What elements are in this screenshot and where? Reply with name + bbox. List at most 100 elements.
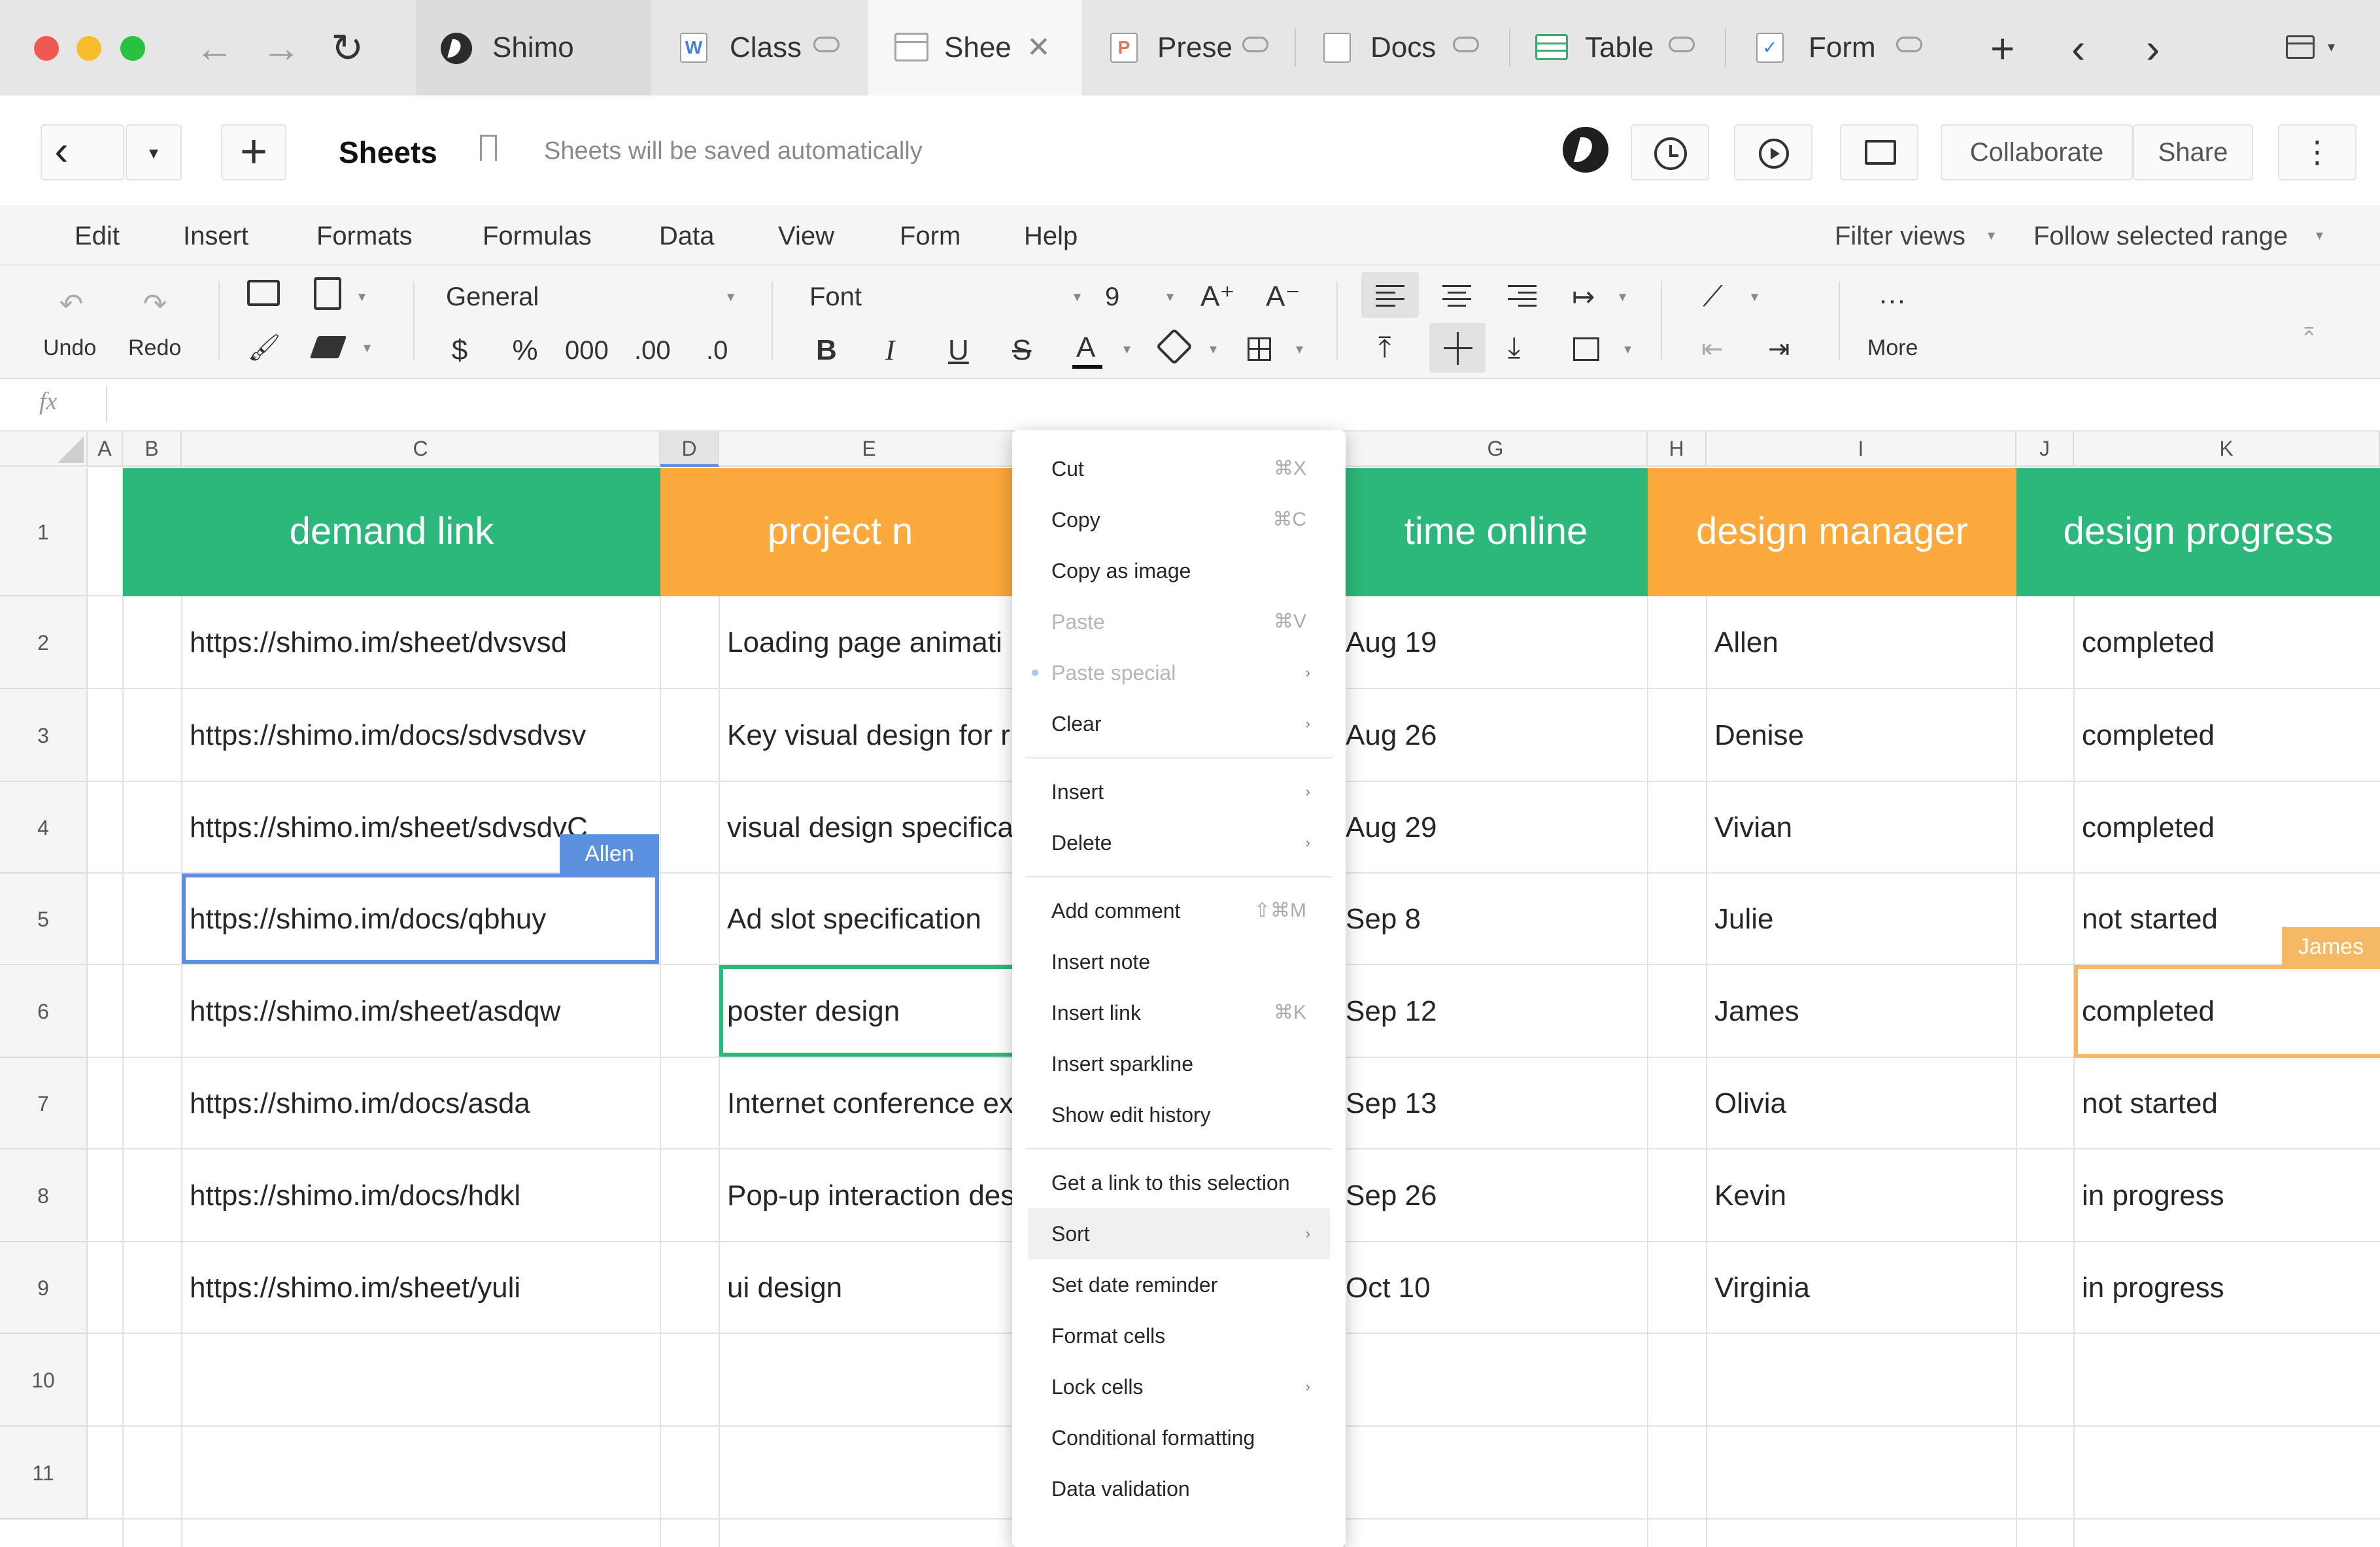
text-rotate-icon[interactable]: ⟋ bbox=[1703, 277, 1723, 316]
cell-project[interactable]: visual design specifica bbox=[719, 782, 1020, 874]
bold-button[interactable]: B bbox=[816, 331, 837, 370]
increase-font-size-button[interactable]: A⁺ bbox=[1200, 277, 1235, 316]
chevron-down-icon[interactable]: ▾ bbox=[364, 335, 371, 361]
cell-progress[interactable]: in progress bbox=[2074, 1149, 2380, 1242]
row-header-8[interactable]: 8 bbox=[0, 1149, 88, 1242]
align-top-icon[interactable]: ⤒ bbox=[1378, 328, 1391, 367]
cell-link[interactable]: https://shimo.im/sheet/yuli bbox=[182, 1242, 660, 1334]
cell-manager[interactable]: Allen bbox=[1707, 596, 2016, 689]
chevron-down-icon[interactable]: ▾ bbox=[1619, 284, 1626, 310]
column-header-j[interactable]: J bbox=[2016, 432, 2074, 467]
chevron-down-icon[interactable]: ▾ bbox=[1210, 336, 1217, 362]
select-all-corner[interactable] bbox=[0, 432, 88, 467]
row-header-10[interactable]: 10 bbox=[0, 1334, 88, 1427]
menu-formats[interactable]: Formats bbox=[316, 220, 413, 252]
row-header-3[interactable]: 3 bbox=[0, 689, 88, 782]
column-header-i[interactable]: I bbox=[1707, 432, 2016, 467]
cell-project[interactable]: ui design bbox=[719, 1242, 1020, 1334]
context-menu-item-copy[interactable]: Copy ⌘C bbox=[1012, 494, 1346, 545]
cell-progress[interactable]: in progress bbox=[2074, 1242, 2380, 1334]
redo-icon[interactable]: ↷ bbox=[132, 285, 178, 324]
cell-time[interactable]: Sep 12 bbox=[1338, 965, 1648, 1058]
header-project-name[interactable]: project n bbox=[660, 468, 1020, 596]
tab-sheets[interactable]: Shee ✕ bbox=[868, 0, 1081, 95]
bookmark-icon[interactable] bbox=[480, 135, 497, 161]
cell-manager[interactable]: Vivian bbox=[1707, 782, 2016, 874]
filter-views-dropdown[interactable]: Filter views bbox=[1835, 220, 1965, 252]
column-header-d[interactable]: D bbox=[660, 432, 719, 467]
context-menu-item-insert-sparkline[interactable]: Insert sparkline bbox=[1012, 1038, 1346, 1089]
paste-icon[interactable] bbox=[314, 277, 341, 310]
cell-manager[interactable]: Kevin bbox=[1707, 1149, 2016, 1242]
column-header-g[interactable]: G bbox=[1344, 432, 1648, 467]
reload-icon[interactable]: ↻ bbox=[331, 22, 364, 75]
cell-time[interactable]: Sep 8 bbox=[1338, 874, 1648, 965]
formula-input[interactable] bbox=[118, 387, 2341, 421]
eraser-icon[interactable] bbox=[309, 336, 347, 358]
context-menu-item-data-validation[interactable]: Data validation bbox=[1012, 1463, 1346, 1514]
thousands-separator-button[interactable]: 000 bbox=[565, 331, 609, 370]
cell-project[interactable]: Ad slot specification bbox=[719, 874, 1020, 965]
italic-button[interactable]: I bbox=[885, 331, 895, 370]
zoom-window-button[interactable] bbox=[120, 36, 145, 61]
chevron-down-icon[interactable]: ▾ bbox=[1624, 336, 1631, 362]
cell-project[interactable]: Internet conference ex bbox=[719, 1058, 1020, 1149]
underline-button[interactable]: U bbox=[948, 331, 969, 370]
print-icon[interactable] bbox=[247, 280, 280, 306]
cell-project[interactable]: Pop-up interaction des bbox=[719, 1149, 1020, 1242]
strikethrough-button[interactable]: S bbox=[1012, 331, 1031, 370]
cell-manager[interactable]: Julie bbox=[1707, 874, 2016, 965]
context-menu-item-format-cells[interactable]: Format cells bbox=[1012, 1310, 1346, 1361]
tab-docs[interactable]: Docs bbox=[1297, 0, 1506, 95]
forward-arrow-icon[interactable]: → bbox=[262, 22, 301, 75]
column-header-e[interactable]: E bbox=[719, 432, 1020, 467]
more-dots-icon[interactable]: … bbox=[1878, 275, 1907, 314]
cell-time[interactable]: Aug 26 bbox=[1338, 689, 1648, 782]
context-menu-item-lock-cells[interactable]: Lock cells › bbox=[1012, 1361, 1346, 1412]
context-menu-item-delete[interactable]: Delete › bbox=[1012, 817, 1346, 868]
align-left-button[interactable] bbox=[1361, 272, 1419, 318]
present-button[interactable] bbox=[1734, 124, 1812, 180]
row-header-9[interactable]: 9 bbox=[0, 1242, 88, 1334]
decrease-font-size-button[interactable]: A⁻ bbox=[1266, 277, 1300, 316]
chevron-down-icon[interactable]: ▾ bbox=[1751, 284, 1758, 310]
row-header-2[interactable]: 2 bbox=[0, 596, 88, 689]
column-header-b[interactable]: B bbox=[123, 432, 182, 467]
cell-time[interactable]: Aug 29 bbox=[1338, 782, 1648, 874]
back-arrow-icon[interactable]: ← bbox=[195, 22, 234, 75]
percent-button[interactable]: % bbox=[509, 331, 541, 370]
number-format-select[interactable]: General bbox=[446, 277, 539, 316]
cell-progress[interactable]: completed bbox=[2074, 782, 2380, 874]
collaborate-button[interactable]: Collaborate bbox=[1941, 124, 2133, 180]
context-menu-item-paste-special[interactable]: Paste special › bbox=[1012, 647, 1346, 698]
cell-project[interactable]: Key visual design for r bbox=[719, 689, 1020, 782]
cell-progress[interactable]: completed bbox=[2074, 596, 2380, 689]
menu-insert[interactable]: Insert bbox=[183, 220, 248, 252]
column-header-h[interactable]: H bbox=[1648, 432, 1707, 467]
context-menu-item-insert[interactable]: Insert › bbox=[1012, 766, 1346, 817]
align-bottom-icon[interactable]: ⤓ bbox=[1508, 328, 1520, 367]
borders-icon[interactable] bbox=[1248, 337, 1271, 361]
cell-progress[interactable]: completed bbox=[2074, 689, 2380, 782]
row-header-1[interactable]: 1 bbox=[0, 468, 88, 596]
row-header-4[interactable]: 4 bbox=[0, 782, 88, 874]
redo-button[interactable]: Redo bbox=[128, 335, 181, 361]
row-header-11[interactable]: 11 bbox=[0, 1427, 88, 1520]
context-menu-item-sort[interactable]: Sort › bbox=[1028, 1208, 1330, 1259]
context-menu-item-paste[interactable]: Paste ⌘V bbox=[1012, 596, 1346, 647]
row-header-6[interactable]: 6 bbox=[0, 965, 88, 1058]
cell-time[interactable]: Oct 10 bbox=[1338, 1242, 1648, 1334]
tabs-scroll-right-icon[interactable]: › bbox=[2146, 22, 2160, 75]
tab-table[interactable]: Table bbox=[1512, 0, 1721, 95]
increase-decimal-button[interactable]: .00 bbox=[634, 331, 671, 370]
collapse-toolbar-icon[interactable]: ⌅ bbox=[2300, 309, 2318, 348]
context-menu-item-clear[interactable]: Clear › bbox=[1012, 698, 1346, 749]
history-button[interactable] bbox=[1631, 124, 1709, 180]
context-menu-item-set-date-reminder[interactable]: Set date reminder bbox=[1012, 1259, 1346, 1310]
minimize-window-button[interactable] bbox=[76, 36, 101, 61]
add-button[interactable]: + bbox=[221, 124, 286, 180]
new-tab-plus-icon[interactable]: + bbox=[1990, 22, 2014, 75]
follow-range-dropdown[interactable]: Follow selected range bbox=[2033, 220, 2288, 252]
column-header-c[interactable]: C bbox=[182, 432, 660, 467]
currency-button[interactable]: $ bbox=[446, 331, 473, 370]
